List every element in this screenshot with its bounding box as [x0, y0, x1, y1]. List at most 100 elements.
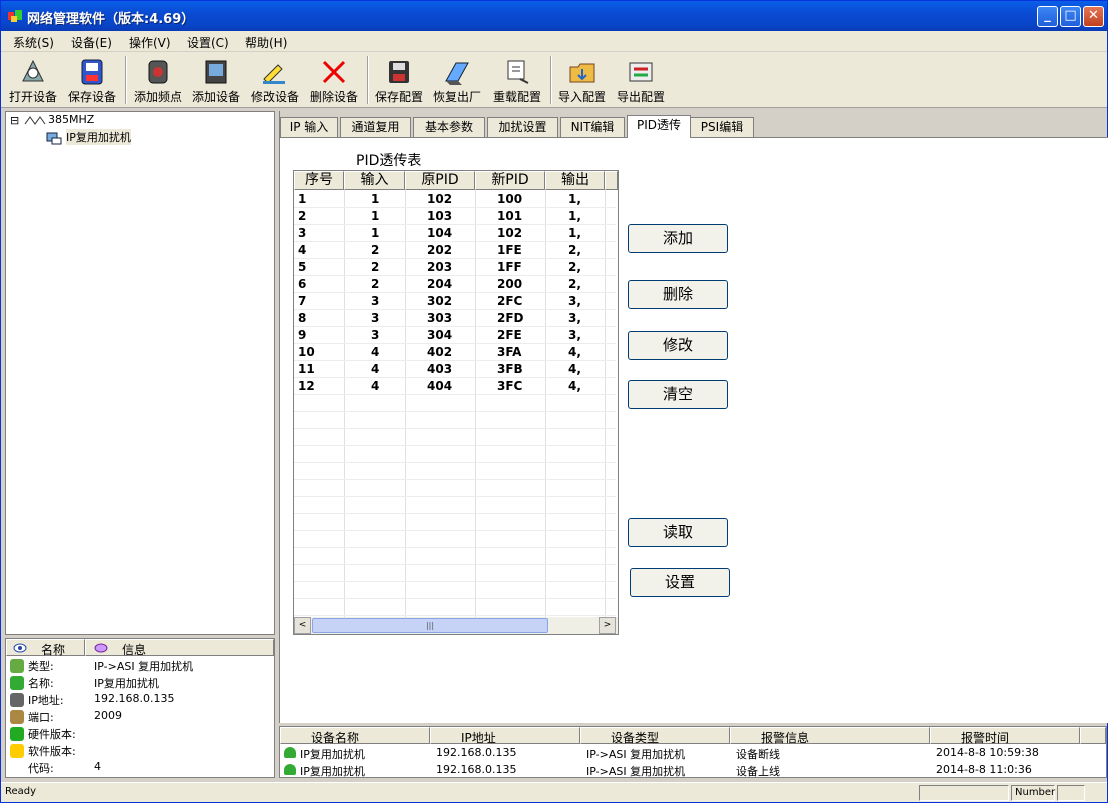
- pid-table-cell[interactable]: 4: [371, 378, 379, 395]
- pid-table-cell[interactable]: 3: [371, 293, 379, 310]
- menu-settings[interactable]: 设置(C): [187, 34, 229, 51]
- pid-table-cell[interactable]: 1,: [568, 208, 581, 225]
- tab-channel-mux[interactable]: 通道复用: [340, 117, 411, 137]
- col-header-output[interactable]: 输出: [545, 171, 605, 190]
- pid-table-cell[interactable]: 4: [371, 361, 379, 378]
- export-config-button[interactable]: 导出配置: [612, 54, 670, 106]
- pid-table-cell[interactable]: 3: [371, 310, 379, 327]
- pid-table-cell[interactable]: 3FC: [497, 378, 522, 395]
- pid-table[interactable]: 序号 输入 原PID 新PID 输出 1 1 102 100 1, 2 1 103 101 1, 3…: [293, 170, 619, 635]
- tab-nit-edit[interactable]: NIT编辑: [560, 117, 625, 137]
- pid-table-cell[interactable]: 3FA: [497, 344, 521, 361]
- menu-help[interactable]: 帮助(H): [245, 34, 287, 51]
- pid-table-cell[interactable]: 102: [427, 191, 452, 208]
- factory-reset-button[interactable]: 恢复出厂: [428, 54, 486, 106]
- pid-table-cell[interactable]: 3,: [568, 310, 581, 327]
- horizontal-scrollbar[interactable]: < ||| >: [294, 617, 618, 634]
- props-header-name[interactable]: 名称: [6, 639, 85, 657]
- pid-table-cell[interactable]: 9: [298, 327, 306, 344]
- pid-table-cell[interactable]: 102: [497, 225, 522, 242]
- props-header-info[interactable]: 信息: [85, 639, 274, 657]
- alarm-header-alarm-time[interactable]: 报警时间: [930, 727, 1080, 745]
- modify-button[interactable]: 修改: [628, 331, 728, 360]
- tree-expander[interactable]: ⊟: [10, 114, 19, 127]
- pid-table-cell[interactable]: 3,: [568, 327, 581, 344]
- pid-table-cell[interactable]: 3,: [568, 293, 581, 310]
- scroll-right-button[interactable]: >: [599, 617, 616, 634]
- pid-table-cell[interactable]: 1FE: [497, 242, 522, 259]
- pid-table-cell[interactable]: 5: [298, 259, 306, 276]
- pid-table-cell[interactable]: 103: [427, 208, 452, 225]
- pid-table-cell[interactable]: 1: [371, 208, 379, 225]
- tree-root-label[interactable]: 385MHZ: [48, 113, 94, 126]
- pid-table-cell[interactable]: 2: [371, 259, 379, 276]
- pid-table-cell[interactable]: 7: [298, 293, 306, 310]
- pid-table-cell[interactable]: 101: [497, 208, 522, 225]
- pid-table-cell[interactable]: 2: [371, 276, 379, 293]
- maximize-button[interactable]: □: [1060, 6, 1081, 27]
- alarm-header-device-type[interactable]: 设备类型: [580, 727, 730, 745]
- alarm-header-alarm-info[interactable]: 报警信息: [730, 727, 930, 745]
- pid-table-cell[interactable]: 8: [298, 310, 306, 327]
- import-config-button[interactable]: 导入配置: [553, 54, 611, 106]
- pid-table-cell[interactable]: 403: [427, 361, 452, 378]
- menu-operation[interactable]: 操作(V): [129, 34, 171, 51]
- pid-table-cell[interactable]: 3FB: [497, 361, 523, 378]
- alarm-header-device-name[interactable]: 设备名称: [280, 727, 430, 745]
- pid-table-cell[interactable]: 2: [298, 208, 306, 225]
- minimize-button[interactable]: _: [1037, 6, 1058, 27]
- col-header-new-pid[interactable]: 新PID: [475, 171, 545, 190]
- scroll-thumb[interactable]: |||: [312, 618, 548, 633]
- pid-table-cell[interactable]: 11: [298, 361, 315, 378]
- add-device-button[interactable]: 添加设备: [187, 54, 245, 106]
- save-config-button[interactable]: 保存配置: [370, 54, 428, 106]
- close-button[interactable]: ✕: [1083, 6, 1104, 27]
- tree-device-item[interactable]: IP复用加扰机: [66, 129, 131, 145]
- read-button[interactable]: 读取: [628, 518, 728, 547]
- pid-table-cell[interactable]: 2,: [568, 242, 581, 259]
- pid-table-cell[interactable]: 4: [298, 242, 306, 259]
- pid-table-cell[interactable]: 203: [427, 259, 452, 276]
- save-device-button[interactable]: 保存设备: [63, 54, 121, 106]
- col-header-index[interactable]: 序号: [294, 171, 344, 190]
- tab-psi-edit[interactable]: PSI编辑: [690, 117, 754, 137]
- pid-table-cell[interactable]: 202: [427, 242, 452, 259]
- pid-table-cell[interactable]: 2,: [568, 276, 581, 293]
- pid-table-cell[interactable]: 302: [427, 293, 452, 310]
- pid-table-cell[interactable]: 1: [371, 225, 379, 242]
- reload-config-button[interactable]: 重载配置: [488, 54, 546, 106]
- device-tree[interactable]: ⊟ 385MHZ IP复用加扰机: [5, 111, 275, 635]
- pid-table-cell[interactable]: 10: [298, 344, 315, 361]
- alarm-row[interactable]: IP复用加扰机 192.168.0.135 IP->ASI 复用加扰机 设备断线 201…: [280, 744, 1106, 761]
- pid-table-cell[interactable]: 6: [298, 276, 306, 293]
- pid-table-cell[interactable]: 2,: [568, 259, 581, 276]
- col-header-source-pid[interactable]: 原PID: [405, 171, 475, 190]
- tab-basic-params[interactable]: 基本参数: [413, 117, 485, 137]
- pid-table-cell[interactable]: 1FF: [497, 259, 522, 276]
- menu-device[interactable]: 设备(E): [71, 34, 112, 51]
- set-button[interactable]: 设置: [630, 568, 730, 597]
- pid-table-cell[interactable]: 4,: [568, 344, 581, 361]
- pid-table-cell[interactable]: 303: [427, 310, 452, 327]
- pid-table-cell[interactable]: 2: [371, 242, 379, 259]
- delete-device-button[interactable]: 删除设备: [305, 54, 363, 106]
- title-bar[interactable]: 网络管理软件（版本:4.69） _ □ ✕: [1, 1, 1107, 31]
- clear-button[interactable]: 清空: [628, 380, 728, 409]
- add-button[interactable]: 添加: [628, 224, 728, 253]
- pid-table-cell[interactable]: 3: [371, 327, 379, 344]
- pid-table-cell[interactable]: 4: [371, 344, 379, 361]
- tab-pid-passthrough[interactable]: PID透传: [627, 115, 691, 138]
- pid-table-cell[interactable]: 2FC: [497, 293, 522, 310]
- pid-table-cell[interactable]: 4,: [568, 361, 581, 378]
- open-device-button[interactable]: 打开设备: [4, 54, 62, 106]
- alarm-header-ip[interactable]: IP地址: [430, 727, 580, 745]
- tab-ip-input[interactable]: IP 输入: [280, 117, 338, 137]
- pid-table-cell[interactable]: 12: [298, 378, 315, 395]
- add-frequency-button[interactable]: 添加频点: [129, 54, 187, 106]
- pid-table-cell[interactable]: 200: [497, 276, 522, 293]
- delete-button[interactable]: 删除: [628, 280, 728, 309]
- pid-table-cell[interactable]: 2FD: [497, 310, 524, 327]
- pid-table-cell[interactable]: 4,: [568, 378, 581, 395]
- pid-table-cell[interactable]: 404: [427, 378, 452, 395]
- alarm-row[interactable]: IP复用加扰机 192.168.0.135 IP->ASI 复用加扰机 设备上线 201…: [280, 761, 1106, 778]
